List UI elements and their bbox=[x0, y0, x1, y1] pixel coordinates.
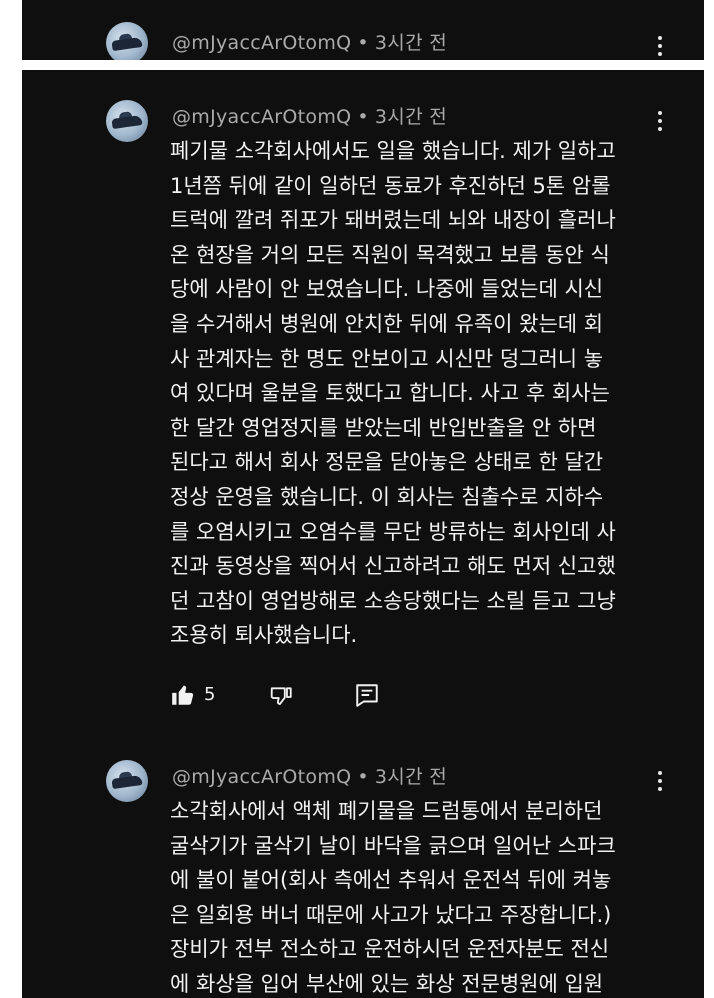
comment-panel-top: @mJyaccArOtomQ • 3시간 전 bbox=[22, 0, 704, 60]
comment-header: @mJyaccArOtomQ • 3시간 전 bbox=[172, 106, 447, 128]
comment-time: 3시간 전 bbox=[374, 106, 447, 128]
comment-line: 트럭에 깔려 쥐포가 돼버렸는데 뇌와 내장이 흘러나 bbox=[170, 208, 616, 233]
comment-time: 3시간 전 bbox=[374, 32, 447, 54]
comment-line: 정상 운영을 했습니다. 이 회사는 침출수로 지하수 bbox=[170, 484, 604, 509]
avatar[interactable] bbox=[106, 760, 148, 802]
comment-panel-main: @mJyaccArOtomQ • 3시간 전 폐기물 소각회사에서도 일을 했습니다… bbox=[22, 70, 704, 998]
more-vertical-icon[interactable] bbox=[654, 108, 666, 136]
avatar[interactable] bbox=[106, 100, 148, 142]
thumb-down-icon bbox=[270, 687, 292, 705]
comment-line: 된다고 해서 회사 정문을 닫아놓은 상태로 한 달간 bbox=[170, 450, 604, 475]
comment-line: 진과 동영상을 찍어서 신고하려고 해도 먼저 신고했 bbox=[170, 554, 616, 579]
reply-icon bbox=[356, 684, 378, 707]
comment-line: 를 오염시키고 오염수를 무단 방류하는 회사인데 사 bbox=[170, 519, 616, 544]
thumb-up-icon bbox=[172, 685, 194, 705]
comment-header: @mJyaccArOtomQ • 3시간 전 bbox=[172, 766, 447, 788]
comment-line: 굴삭기가 굴삭기 날이 바닥을 긁으며 일어난 스파크 bbox=[170, 833, 616, 858]
comment-line: 을 수거해서 병원에 안치한 뒤에 유족이 왔는데 회 bbox=[170, 311, 604, 336]
comment-line: 1년쯤 뒤에 같이 일하던 동료가 후진하던 5톤 암롤 bbox=[170, 173, 611, 198]
like-button[interactable] bbox=[170, 682, 196, 712]
comment-line: 온 현장을 거의 모든 직원이 목격했고 보름 동안 식 bbox=[170, 242, 610, 267]
comment-line: 소각회사에서 액체 폐기물을 드럼통에서 분리하던 bbox=[170, 799, 603, 823]
reply-button[interactable] bbox=[354, 682, 380, 712]
comment-line: 조용히 퇴사했습니다. bbox=[170, 623, 358, 648]
comment-line: 에 화상을 입어 부산에 있는 화상 전문병원에 입원 bbox=[170, 971, 604, 996]
comment-line: 사 관계자는 한 명도 안보이고 시신만 덩그러니 놓 bbox=[170, 346, 604, 371]
comment-text: 폐기물 소각회사에서도 일을 했습니다. 제가 일하고 1년쯤 뒤에 같이 일하… bbox=[170, 134, 616, 653]
author-name[interactable]: @mJyaccArOtomQ bbox=[172, 32, 351, 54]
comment-text: 소각회사에서 액체 폐기물을 드럼통에서 분리하던 굴삭기가 굴삭기 날이 바닥… bbox=[170, 794, 616, 998]
comment-line: 여 있다며 울분을 토했다고 합니다. 사고 후 회사는 bbox=[170, 381, 610, 406]
more-vertical-icon[interactable] bbox=[654, 768, 666, 796]
comment-line: 장비가 전부 전소하고 운전하시던 운전자분도 전신 bbox=[170, 937, 610, 962]
like-count: 5 bbox=[204, 684, 216, 705]
dislike-button[interactable] bbox=[268, 684, 294, 714]
comment-line: 은 일회용 버너 때문에 사고가 났다고 주장합니다.) bbox=[170, 902, 612, 927]
comment-line: 한 달간 영업정지를 받았는데 반입반출을 안 하면 bbox=[170, 415, 597, 440]
comment-line: 던 고참이 영업방해로 소송당했다는 소릴 듣고 그냥 bbox=[170, 588, 616, 613]
comment-line: 폐기물 소각회사에서도 일을 했습니다. 제가 일하고 bbox=[170, 139, 616, 163]
comment-time: 3시간 전 bbox=[374, 766, 447, 788]
comment-header: @mJyaccArOtomQ • 3시간 전 bbox=[172, 32, 447, 54]
more-vertical-icon[interactable] bbox=[654, 33, 666, 60]
comment-line: 에 불이 붙어(회사 측에선 추워서 운전석 뒤에 켜놓 bbox=[170, 868, 612, 893]
avatar[interactable] bbox=[106, 22, 148, 60]
author-name[interactable]: @mJyaccArOtomQ bbox=[172, 766, 351, 788]
comment-line: 당에 사람이 안 보였습니다. 나중에 들었는데 시신 bbox=[170, 277, 604, 302]
author-name[interactable]: @mJyaccArOtomQ bbox=[172, 106, 351, 128]
